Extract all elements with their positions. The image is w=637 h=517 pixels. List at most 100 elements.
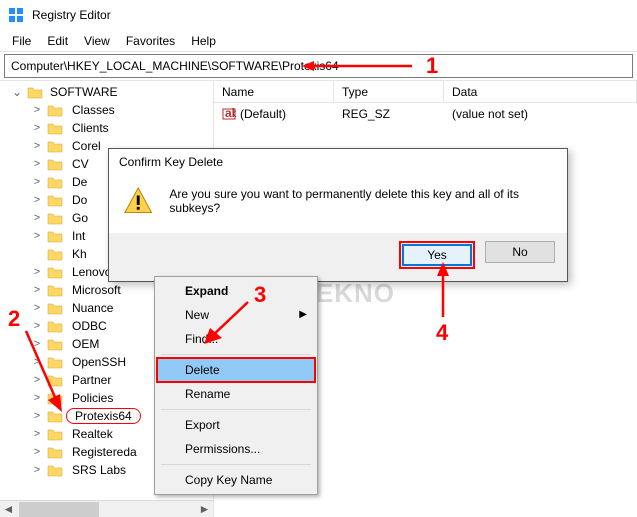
tree-item-label: Int (66, 228, 91, 244)
annotation-2: 2 (8, 306, 20, 332)
chevron-right-icon[interactable]: > (30, 356, 44, 368)
chevron-right-icon[interactable]: > (30, 446, 44, 458)
value-row[interactable]: ab (Default) REG_SZ (value not set) (214, 103, 637, 125)
confirm-dialog: Confirm Key Delete Are you sure you want… (108, 148, 568, 282)
chevron-right-icon[interactable]: > (30, 158, 44, 170)
folder-icon (47, 391, 63, 405)
tree-item-label: Registereda (66, 444, 143, 460)
dialog-buttons: Yes No (109, 233, 567, 281)
chevron-right-icon[interactable]: > (30, 410, 44, 422)
svg-text:ab: ab (225, 107, 236, 120)
chevron-right-icon[interactable]: > (30, 320, 44, 332)
tree-item-label: Realtek (66, 426, 119, 442)
chevron-right-icon[interactable]: > (30, 338, 44, 350)
col-data[interactable]: Data (444, 81, 637, 102)
chevron-right-icon[interactable]: > (30, 392, 44, 404)
chevron-down-icon[interactable]: ⌄ (10, 85, 24, 99)
menu-bar: File Edit View Favorites Help (0, 30, 637, 52)
yes-button[interactable]: Yes (402, 244, 472, 266)
tree-item-label: Partner (66, 372, 117, 388)
chevron-right-icon[interactable]: > (30, 428, 44, 440)
chevron-right-icon[interactable]: > (30, 284, 44, 296)
ctx-rename[interactable]: Rename (157, 382, 315, 406)
chevron-right-icon[interactable]: > (30, 266, 44, 278)
folder-icon (47, 121, 63, 135)
horizontal-scrollbar[interactable]: ◄ ► (0, 500, 213, 517)
chevron-right-icon[interactable]: > (30, 104, 44, 116)
tree-item-label: OEM (66, 336, 105, 352)
chevron-right-icon[interactable]: > (30, 140, 44, 152)
ctx-copy-key-name[interactable]: Copy Key Name (157, 468, 315, 492)
menu-view[interactable]: View (76, 32, 118, 50)
separator (161, 354, 311, 355)
dialog-title: Confirm Key Delete (109, 149, 567, 175)
tree-item-label: Corel (66, 138, 107, 154)
tree-item-label: Do (66, 192, 93, 208)
tree-item-label: OpenSSH (66, 354, 132, 370)
folder-icon (47, 337, 63, 351)
folder-icon (47, 103, 63, 117)
chevron-right-icon[interactable]: > (30, 122, 44, 134)
folder-icon (47, 265, 63, 279)
col-type[interactable]: Type (334, 81, 444, 102)
tree-item-label: Protexis64 (66, 408, 141, 424)
annotation-3: 3 (254, 282, 266, 308)
ctx-new[interactable]: New▶ (157, 303, 315, 327)
menu-file[interactable]: File (4, 32, 39, 50)
chevron-right-icon[interactable]: > (30, 230, 44, 242)
separator (161, 409, 311, 410)
folder-icon (47, 319, 63, 333)
chevron-right-icon[interactable]: > (30, 194, 44, 206)
submenu-arrow-icon: ▶ (299, 309, 307, 320)
tree-item-label: Microsoft (66, 282, 127, 298)
ctx-delete[interactable]: Delete (156, 357, 316, 383)
folder-icon (47, 409, 63, 423)
menu-edit[interactable]: Edit (39, 32, 76, 50)
title-bar: Registry Editor (0, 0, 637, 30)
folder-icon (47, 355, 63, 369)
value-name: (Default) (240, 107, 286, 121)
tree-item[interactable]: > Clients (30, 119, 213, 137)
folder-icon (47, 157, 63, 171)
folder-icon (47, 139, 63, 153)
annotation-4: 4 (436, 320, 448, 346)
ctx-permissions[interactable]: Permissions... (157, 437, 315, 461)
tree-item-label: Classes (66, 102, 121, 118)
tree-item-label: CV (66, 156, 95, 172)
value-type: REG_SZ (334, 105, 444, 123)
tree-item-label: SRS Labs (66, 462, 132, 478)
folder-icon (47, 193, 63, 207)
ctx-export[interactable]: Export (157, 413, 315, 437)
tree-item-label: Policies (66, 390, 119, 406)
menu-help[interactable]: Help (183, 32, 224, 50)
ctx-expand[interactable]: Expand (157, 279, 315, 303)
chevron-right-icon[interactable]: > (30, 464, 44, 476)
folder-icon (27, 85, 43, 99)
col-name[interactable]: Name (214, 81, 334, 102)
chevron-right-icon[interactable]: > (30, 176, 44, 188)
chevron-right-icon[interactable]: > (30, 212, 44, 224)
scroll-thumb[interactable] (19, 502, 99, 517)
folder-icon (47, 247, 63, 261)
menu-favorites[interactable]: Favorites (118, 32, 183, 50)
chevron-right-icon[interactable]: > (30, 374, 44, 386)
no-button[interactable]: No (485, 241, 555, 263)
tree-item-label: Nuance (66, 300, 119, 316)
folder-icon (47, 283, 63, 297)
address-input[interactable] (5, 59, 632, 73)
tree-item-label: Clients (66, 120, 115, 136)
folder-icon (47, 463, 63, 477)
folder-icon (47, 211, 63, 225)
tree-root[interactable]: ⌄ SOFTWARE (10, 83, 213, 101)
address-bar[interactable] (4, 54, 633, 78)
chevron-right-icon[interactable]: > (30, 302, 44, 314)
window-title: Registry Editor (32, 8, 111, 22)
context-menu: Expand New▶ Find... Delete Rename Export… (154, 276, 318, 495)
ctx-find[interactable]: Find... (157, 327, 315, 351)
tree-item[interactable]: > Classes (30, 101, 213, 119)
folder-icon (47, 445, 63, 459)
tree-item-label: ODBC (66, 318, 113, 334)
string-value-icon: ab (222, 107, 236, 121)
folder-icon (47, 175, 63, 189)
tree-item-label: De (66, 174, 93, 190)
